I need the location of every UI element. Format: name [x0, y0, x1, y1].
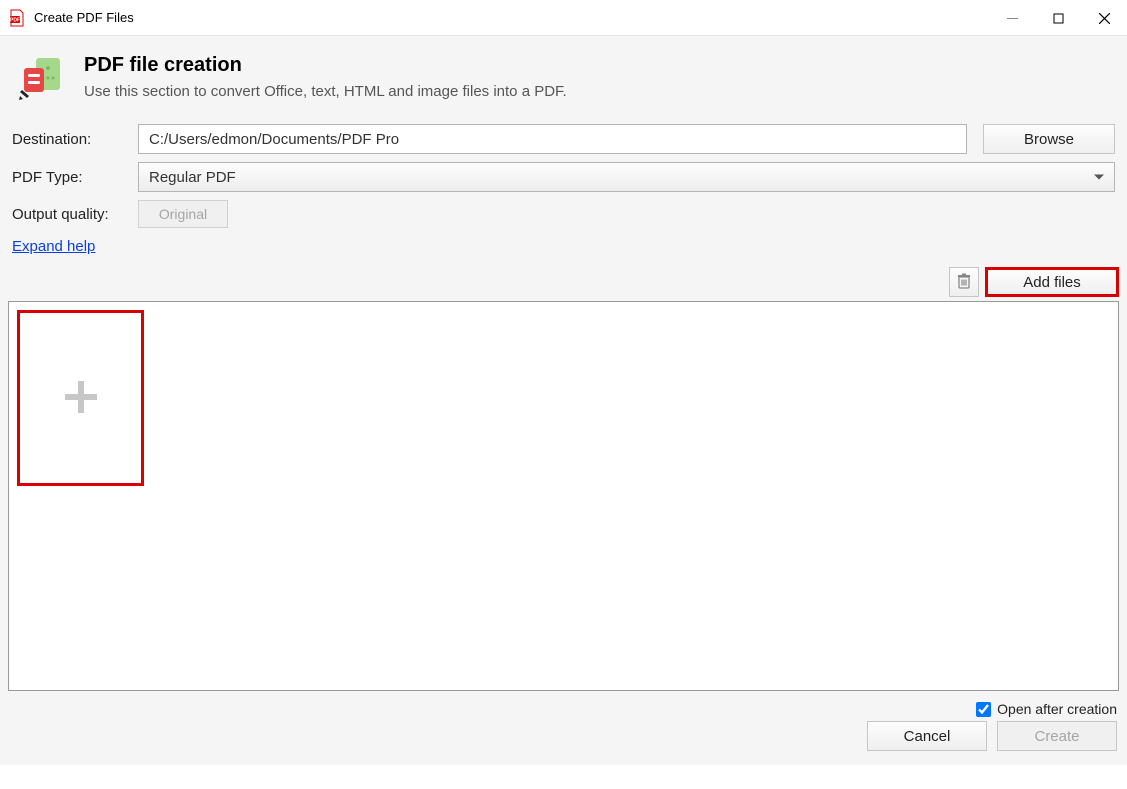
header-icon: [18, 54, 66, 102]
browse-button[interactable]: Browse: [983, 124, 1115, 154]
quality-button: Original: [138, 200, 228, 228]
pdftype-label: PDF Type:: [12, 169, 130, 186]
window-controls: [989, 0, 1127, 35]
header-text: PDF file creation Use this section to co…: [84, 54, 567, 100]
add-files-button[interactable]: Add files: [985, 267, 1119, 297]
file-toolbar: Add files: [8, 265, 1119, 301]
destination-input[interactable]: [138, 124, 967, 154]
svg-text:PDF: PDF: [10, 17, 20, 23]
content-area: PDF file creation Use this section to co…: [0, 36, 1127, 765]
file-list-area: [8, 301, 1119, 691]
app-icon: PDF: [8, 9, 26, 27]
destination-row: Destination: Browse: [8, 120, 1119, 158]
pdftype-row: PDF Type: Regular PDF: [8, 158, 1119, 196]
open-after-label: Open after creation: [997, 701, 1117, 717]
expand-help-link[interactable]: Expand help: [12, 238, 95, 255]
open-after-checkbox-wrap[interactable]: Open after creation: [976, 701, 1117, 717]
trash-icon: [957, 273, 971, 292]
page-title: PDF file creation: [84, 54, 567, 77]
create-button: Create: [997, 721, 1117, 751]
destination-label: Destination:: [12, 131, 130, 148]
plus-icon: [59, 375, 103, 422]
window-title: Create PDF Files: [34, 10, 989, 25]
chevron-down-icon: [1094, 175, 1104, 180]
maximize-button[interactable]: [1035, 0, 1081, 36]
page-subtitle: Use this section to convert Office, text…: [84, 83, 567, 100]
pdftype-select[interactable]: Regular PDF: [138, 162, 1115, 192]
close-button[interactable]: [1081, 0, 1127, 36]
cancel-button[interactable]: Cancel: [867, 721, 987, 751]
pdftype-value: Regular PDF: [149, 169, 236, 186]
minimize-button[interactable]: [989, 0, 1035, 36]
quality-label: Output quality:: [12, 206, 130, 223]
quality-row: Output quality: Original: [8, 196, 1119, 232]
actions-row: Cancel Create: [8, 721, 1119, 757]
open-after-checkbox[interactable]: [976, 702, 991, 717]
header-section: PDF file creation Use this section to co…: [8, 36, 1119, 120]
titlebar: PDF Create PDF Files: [0, 0, 1127, 36]
add-file-thumb[interactable]: [17, 310, 144, 486]
options-row: Open after creation: [8, 691, 1119, 721]
delete-button[interactable]: [949, 267, 979, 297]
